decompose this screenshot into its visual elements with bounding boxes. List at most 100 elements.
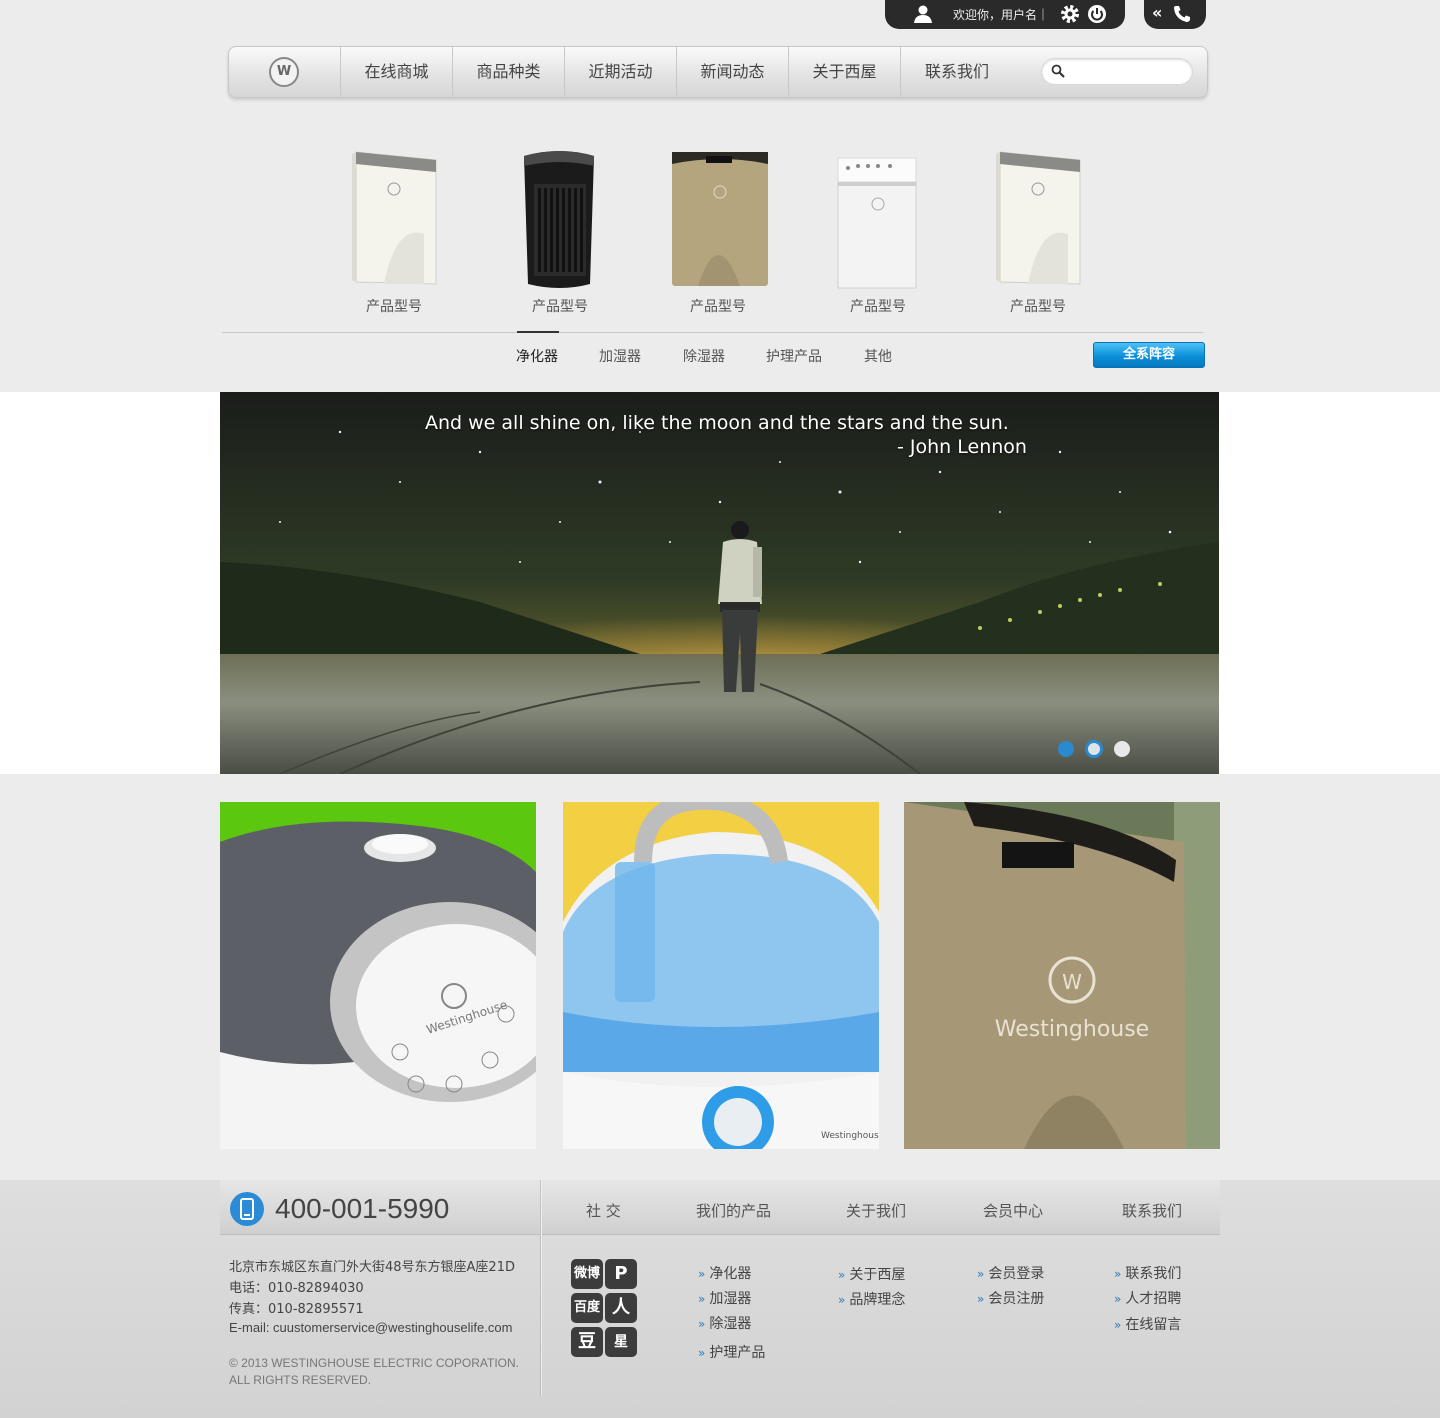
footer-email[interactable]: E-mail: cuustomerservice@westinghouselif…: [229, 1320, 512, 1335]
logo-letter: W: [276, 64, 292, 79]
main-nav: W 在线商城 商品种类 近期活动 新闻动态 关于西屋 联系我们: [228, 46, 1208, 98]
feature-tile-humidifier-controls[interactable]: Westinghouse: [220, 802, 536, 1149]
footer-link-about-westinghouse[interactable]: » 关于西屋: [838, 1264, 905, 1284]
svg-text:Westinghouse: Westinghouse: [821, 1131, 879, 1141]
banner-quote: And we all shine on, like the moon and t…: [425, 412, 1009, 434]
footer-link-label: 除湿器: [709, 1316, 752, 1332]
footer-link-label: 人才招聘: [1125, 1291, 1182, 1307]
hotline-number: 400-001-5990: [275, 1193, 450, 1224]
footer-tel: 电话：010-82894030: [229, 1281, 364, 1296]
footer-fax: 传真：010-82895571: [229, 1302, 364, 1317]
welcome-text[interactable]: 欢迎你，用户名｜: [953, 6, 1049, 23]
arrow-icon: »: [698, 1317, 706, 1331]
tab-others[interactable]: 其他: [864, 346, 892, 366]
arrow-icon: »: [1114, 1292, 1122, 1306]
weibo-icon[interactable]: 微博: [571, 1259, 603, 1289]
footer-link-careers[interactable]: » 人才招聘: [1114, 1288, 1181, 1308]
humidifier-control-panel-image: Westinghouse: [220, 802, 536, 1149]
gear-icon[interactable]: [1060, 4, 1080, 24]
arrow-icon: »: [1114, 1267, 1122, 1281]
slide-dot[interactable]: [1114, 741, 1130, 757]
footer-link-label: 在线留言: [1125, 1317, 1182, 1333]
night-sky-lake-image: [220, 392, 1219, 774]
product-card[interactable]: 产品型号: [808, 140, 948, 320]
power-icon[interactable]: [1087, 4, 1107, 24]
arrow-icon: »: [977, 1292, 985, 1306]
nav-item-events[interactable]: 近期活动: [565, 47, 677, 97]
footer-heading-about: 关于我们: [846, 1202, 907, 1220]
douban-icon[interactable]: 豆: [571, 1327, 603, 1357]
logo[interactable]: W: [229, 47, 341, 97]
footer-link-label: 净化器: [709, 1266, 752, 1282]
product-card[interactable]: 产品型号: [968, 140, 1108, 320]
baidu-icon[interactable]: 百度: [571, 1293, 603, 1323]
contact-bar: «: [1144, 0, 1206, 29]
footer-heading-contact: 联系我们: [1122, 1202, 1183, 1220]
product-label: 产品型号: [532, 299, 588, 315]
nav-item-news[interactable]: 新闻动态: [677, 47, 789, 97]
arrow-icon: »: [698, 1267, 706, 1281]
arrow-icon: »: [698, 1292, 706, 1306]
footer-link-contact-us[interactable]: » 联系我们: [1114, 1263, 1181, 1283]
footer-link-label: 关于西屋: [849, 1267, 906, 1283]
footer-link-member-login[interactable]: » 会员登录: [977, 1263, 1044, 1283]
product-label: 产品型号: [690, 299, 746, 315]
westinghouse-logo-icon[interactable]: W: [269, 57, 299, 87]
air-purifier-gold-image[interactable]: [668, 144, 768, 294]
svg-text:W: W: [1062, 970, 1082, 994]
search-icon: [1051, 64, 1065, 78]
tab-care-products[interactable]: 护理产品: [766, 346, 822, 366]
chevron-left-icon[interactable]: «: [1152, 3, 1162, 22]
user-icon[interactable]: [913, 4, 933, 24]
search-box[interactable]: [1041, 58, 1193, 85]
category-divider: [222, 332, 1203, 333]
footer-link-humidifier[interactable]: » 加湿器: [698, 1288, 751, 1308]
arrow-icon: »: [838, 1268, 846, 1282]
feature-tile-humidifier-tank[interactable]: Westinghouse: [563, 802, 879, 1149]
slide-dot[interactable]: [1058, 741, 1074, 757]
star-icon[interactable]: 星: [605, 1327, 637, 1357]
mobile-phone-icon: [230, 1192, 264, 1226]
nav-item-contact[interactable]: 联系我们: [901, 47, 1013, 97]
feature-tile-purifier-closeup[interactable]: W Westinghouse: [904, 802, 1220, 1149]
pinterest-icon[interactable]: P: [605, 1259, 637, 1289]
banner-quote-author: - John Lennon: [897, 436, 1027, 458]
footer-link-brand-concept[interactable]: » 品牌理念: [838, 1289, 905, 1309]
renren-icon[interactable]: 人: [605, 1293, 637, 1323]
search-input[interactable]: [1070, 62, 1186, 81]
air-purifier-black-image[interactable]: [510, 144, 610, 294]
purifier-closeup-image: W Westinghouse: [904, 802, 1220, 1149]
arrow-icon: »: [698, 1346, 706, 1360]
svg-text:Westinghouse: Westinghouse: [995, 1017, 1149, 1042]
footer-link-label: 联系我们: [1125, 1266, 1182, 1282]
nav-item-categories[interactable]: 商品种类: [453, 47, 565, 97]
product-card[interactable]: 产品型号: [490, 140, 630, 320]
nav-item-about[interactable]: 关于西屋: [789, 47, 901, 97]
user-bar: 欢迎你，用户名｜: [885, 0, 1125, 29]
air-purifier-white-image[interactable]: [344, 144, 444, 294]
footer-link-member-register[interactable]: » 会员注册: [977, 1288, 1044, 1308]
slide-dot-active[interactable]: [1085, 740, 1103, 758]
full-lineup-button[interactable]: 全系阵容: [1093, 342, 1205, 368]
footer-link-message[interactable]: » 在线留言: [1114, 1314, 1181, 1334]
footer-link-purifier[interactable]: » 净化器: [698, 1263, 751, 1283]
humidifier-water-tank-image: Westinghouse: [563, 802, 879, 1149]
phone-icon[interactable]: [1172, 4, 1192, 24]
tab-dehumidifier[interactable]: 除湿器: [683, 346, 725, 366]
footer-link-care[interactable]: » 护理产品: [698, 1342, 765, 1362]
air-purifier-white-image[interactable]: [988, 144, 1088, 294]
footer-address: 北京市东城区东直门外大街48号东方银座A座21D: [229, 1260, 515, 1275]
footer-link-label: 品牌理念: [849, 1292, 906, 1308]
product-label: 产品型号: [1010, 299, 1066, 315]
tab-purifier[interactable]: 净化器: [516, 346, 558, 366]
product-card[interactable]: 产品型号: [324, 140, 464, 320]
footer-link-dehumidifier[interactable]: » 除湿器: [698, 1313, 751, 1333]
product-label: 产品型号: [850, 299, 906, 315]
hero-banner[interactable]: And we all shine on, like the moon and t…: [220, 392, 1219, 774]
active-tab-indicator: [517, 331, 559, 333]
air-purifier-silver-image[interactable]: [828, 144, 928, 294]
nav-item-online-store[interactable]: 在线商城: [341, 47, 453, 97]
footer-link-label: 会员注册: [988, 1291, 1045, 1307]
product-card[interactable]: 产品型号: [648, 140, 788, 320]
tab-humidifier[interactable]: 加湿器: [599, 346, 641, 366]
